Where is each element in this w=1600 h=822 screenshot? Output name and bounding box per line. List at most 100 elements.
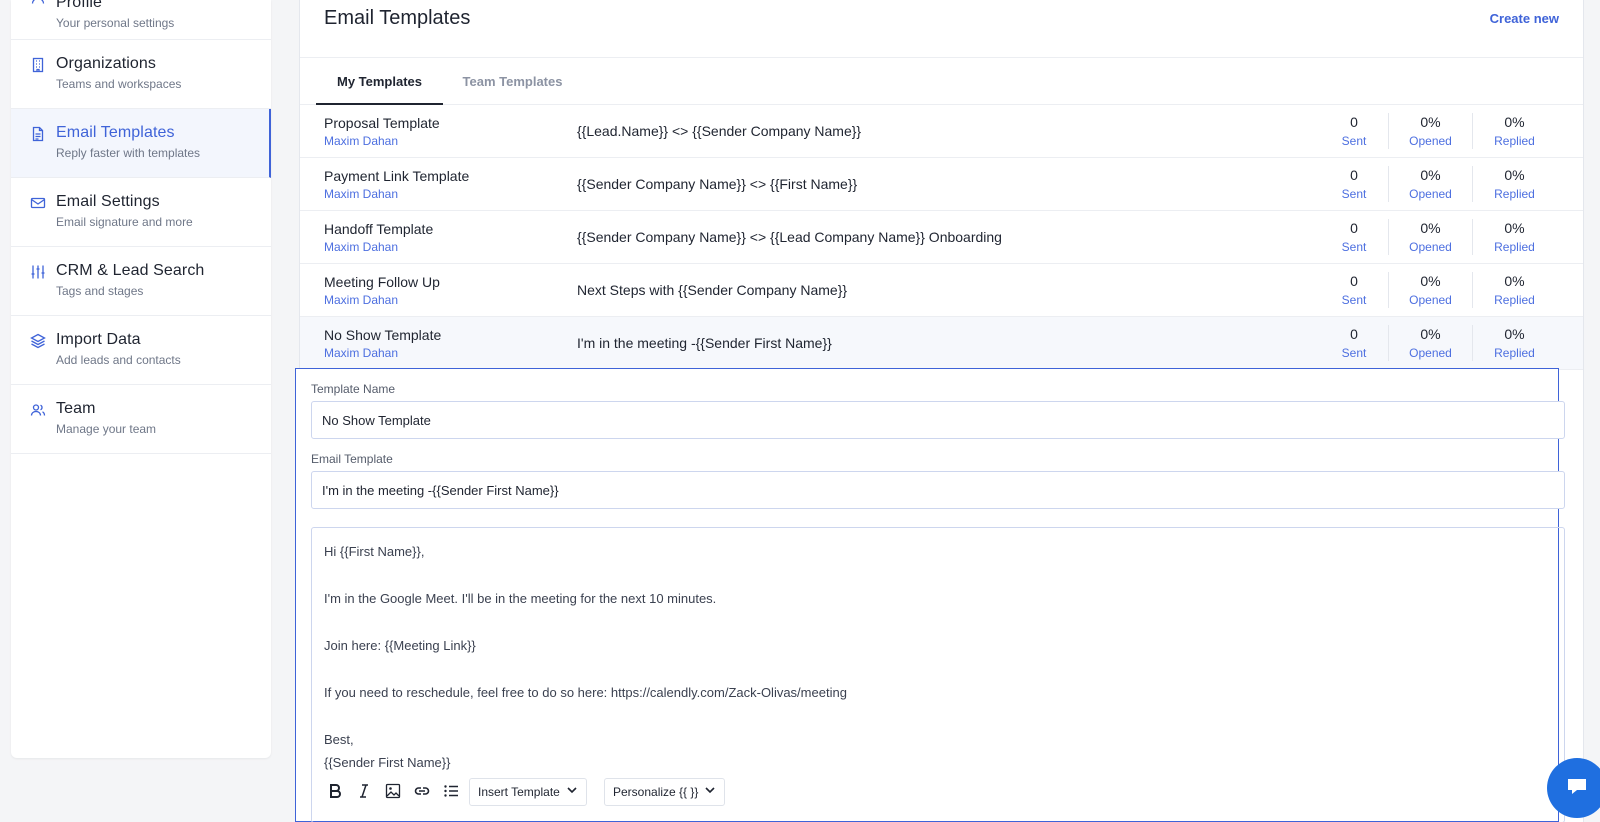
image-icon[interactable]: [382, 780, 404, 802]
sidebar-item-subtitle: Reply faster with templates: [56, 146, 201, 160]
settings-sidebar: Profile Your personal settings Organizat…: [11, 0, 271, 758]
body-line: Hi {{First Name}},: [324, 544, 425, 559]
personalize-dropdown[interactable]: Personalize {{ }}: [604, 778, 726, 806]
opened-label: Opened: [1409, 240, 1452, 254]
email-template-label: Email Template: [311, 452, 393, 466]
opened-rate: 0%: [1420, 167, 1441, 183]
chat-widget-button[interactable]: [1547, 758, 1600, 818]
sent-stat: 0 Sent: [1312, 272, 1396, 308]
tab-team-templates[interactable]: Team Templates: [455, 58, 570, 105]
body-line: I'm in the Google Meet. I'll be in the m…: [324, 591, 717, 606]
insert-template-dropdown[interactable]: Insert Template: [469, 778, 587, 806]
opened-rate: 0%: [1420, 273, 1441, 289]
bullet-list-icon[interactable]: [440, 780, 462, 802]
user-icon: [30, 0, 46, 5]
sidebar-item-subtitle: Add leads and contacts: [56, 353, 181, 367]
template-name: Payment Link Template: [324, 168, 470, 184]
replied-rate: 0%: [1504, 273, 1525, 289]
create-new-button[interactable]: Create new: [1490, 11, 1559, 26]
opened-rate: 0%: [1420, 220, 1441, 236]
opened-rate: 0%: [1420, 114, 1441, 130]
replied-stat: 0% Replied: [1472, 113, 1556, 149]
sent-count: 0: [1350, 167, 1358, 183]
sent-count: 0: [1350, 273, 1358, 289]
sent-label: Sent: [1341, 240, 1367, 254]
template-row[interactable]: Payment Link Template Maxim Dahan {{Send…: [300, 158, 1583, 211]
template-row[interactable]: Meeting Follow Up Maxim Dahan Next Steps…: [300, 264, 1583, 317]
opened-rate: 0%: [1420, 326, 1441, 342]
opened-stat: 0% Opened: [1388, 113, 1472, 149]
sidebar-item-import-data[interactable]: Import Data Add leads and contacts: [11, 316, 271, 385]
replied-label: Replied: [1494, 240, 1535, 254]
sent-count: 0: [1350, 114, 1358, 130]
body-line: Join here: {{Meeting Link}}: [324, 638, 476, 653]
template-name-label: Template Name: [311, 382, 396, 396]
template-owner: Maxim Dahan: [324, 240, 399, 254]
opened-stat: 0% Opened: [1388, 272, 1472, 308]
sidebar-item-email-templates[interactable]: Email Templates Reply faster with templa…: [11, 109, 271, 178]
sidebar-item-subtitle: Tags and stages: [56, 284, 144, 298]
template-owner: Maxim Dahan: [324, 187, 399, 201]
sidebar-item-subtitle: Manage your team: [56, 422, 157, 436]
template-subject: {{Sender Company Name}} <> {{Lead Compan…: [577, 229, 1002, 245]
templates-list: Proposal Template Maxim Dahan {{Lead.Nam…: [300, 105, 1583, 370]
template-owner: Maxim Dahan: [324, 134, 399, 148]
sidebar-item-team[interactable]: Team Manage your team: [11, 385, 271, 454]
template-subject: {{Sender Company Name}} <> {{First Name}…: [577, 176, 858, 192]
email-subject-input[interactable]: [311, 471, 1565, 509]
users-icon: [30, 402, 46, 418]
sent-count: 0: [1350, 220, 1358, 236]
layers-icon: [30, 333, 46, 349]
sidebar-item-email-settings[interactable]: Email Settings Email signature and more: [11, 178, 271, 247]
building-icon: [30, 57, 46, 73]
sidebar-item-crm-lead-search[interactable]: CRM & Lead Search Tags and stages: [11, 247, 271, 316]
sidebar-item-title: Organizations: [56, 55, 157, 72]
sent-label: Sent: [1341, 346, 1367, 360]
template-name-input[interactable]: [311, 401, 1565, 439]
sidebar-item-organizations[interactable]: Organizations Teams and workspaces: [11, 40, 271, 109]
document-icon: [30, 126, 46, 142]
page-header: Email Templates Create new: [300, 0, 1583, 58]
sent-stat: 0 Sent: [1312, 113, 1396, 149]
body-line: Best,: [324, 732, 354, 747]
replied-stat: 0% Replied: [1472, 325, 1556, 361]
sidebar-item-subtitle: Your personal settings: [56, 16, 175, 30]
opened-stat: 0% Opened: [1388, 325, 1472, 361]
replied-label: Replied: [1494, 293, 1535, 307]
body-line: If you need to reschedule, feel free to …: [324, 685, 847, 700]
opened-label: Opened: [1409, 346, 1452, 360]
sidebar-item-subtitle: Teams and workspaces: [56, 77, 182, 91]
opened-stat: 0% Opened: [1388, 219, 1472, 255]
sidebar-item-title: Email Templates: [56, 124, 175, 141]
template-owner: Maxim Dahan: [324, 293, 399, 307]
sidebar-item-title: Profile: [56, 0, 103, 11]
tab-my-templates[interactable]: My Templates: [316, 58, 443, 105]
sent-count: 0: [1350, 326, 1358, 342]
chevron-down-icon: [704, 779, 716, 805]
sidebar-item-title: CRM & Lead Search: [56, 262, 205, 279]
template-row[interactable]: Handoff Template Maxim Dahan {{Sender Co…: [300, 211, 1583, 264]
body-line: {{Sender First Name}}: [324, 755, 451, 770]
template-name: Handoff Template: [324, 221, 434, 237]
template-owner: Maxim Dahan: [324, 346, 399, 360]
bold-icon[interactable]: [324, 780, 346, 802]
sidebar-item-title: Team: [56, 400, 96, 417]
chevron-down-icon: [566, 779, 578, 805]
sent-label: Sent: [1341, 293, 1367, 307]
template-row[interactable]: Proposal Template Maxim Dahan {{Lead.Nam…: [300, 105, 1583, 158]
sidebar-item-profile[interactable]: Profile Your personal settings: [11, 0, 271, 40]
email-body-editor[interactable]: Hi {{First Name}}, I'm in the Google Mee…: [311, 527, 1565, 822]
replied-rate: 0%: [1504, 114, 1525, 130]
template-row-selected[interactable]: No Show Template Maxim Dahan I'm in the …: [300, 317, 1583, 370]
page-title: Email Templates: [324, 7, 471, 29]
replied-rate: 0%: [1504, 167, 1525, 183]
sidebar-item-subtitle: Email signature and more: [56, 215, 193, 229]
template-editor: Template Name Email Template Hi {{First …: [295, 368, 1565, 822]
opened-stat: 0% Opened: [1388, 166, 1472, 202]
personalize-label: Personalize {{ }}: [613, 785, 699, 799]
link-icon[interactable]: [411, 780, 433, 802]
sent-label: Sent: [1341, 187, 1367, 201]
italic-icon[interactable]: [353, 780, 375, 802]
opened-label: Opened: [1409, 134, 1452, 148]
replied-label: Replied: [1494, 346, 1535, 360]
